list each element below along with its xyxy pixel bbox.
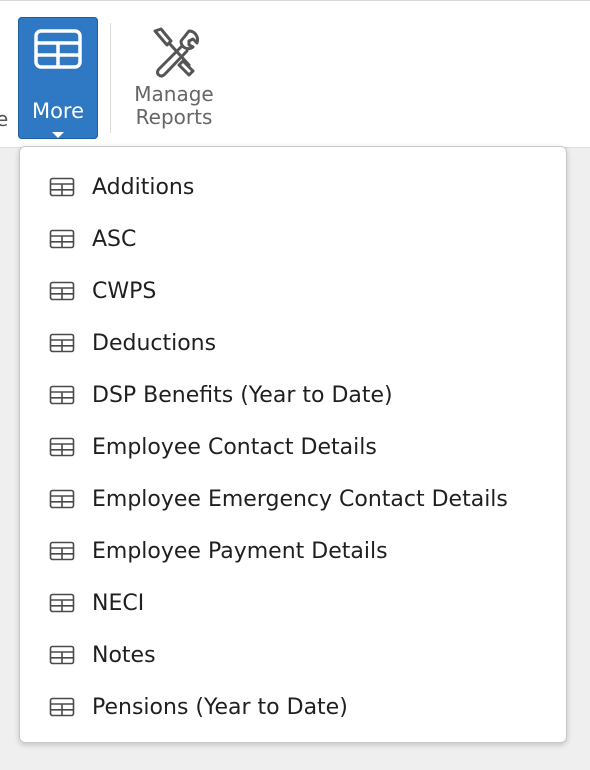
menu-item[interactable]: DSP Benefits (Year to Date) <box>20 369 566 421</box>
manage-reports-label-line2: Reports <box>135 105 213 129</box>
menu-item[interactable]: Additions <box>20 161 566 213</box>
table-icon <box>49 541 75 561</box>
menu-item[interactable]: ASC <box>20 213 566 265</box>
menu-item-label: ASC <box>92 226 137 252</box>
table-icon <box>49 593 75 613</box>
menu-item-label: Deductions <box>92 330 217 356</box>
table-icon <box>49 333 75 353</box>
menu-item[interactable]: CWPS <box>20 265 566 317</box>
menu-item[interactable]: Employee Emergency Contact Details <box>20 473 566 525</box>
menu-item-label: Notes <box>92 642 156 668</box>
table-icon <box>49 437 75 457</box>
menu-item[interactable]: Employee Contact Details <box>20 421 566 473</box>
menu-item-label: Pensions (Year to Date) <box>92 694 348 720</box>
menu-item-label: DSP Benefits (Year to Date) <box>92 382 393 408</box>
menu-item-label: Employee Emergency Contact Details <box>92 486 508 512</box>
menu-item[interactable]: NECI <box>20 577 566 629</box>
table-icon <box>49 489 75 509</box>
more-reports-dropdown-menu: Additions ASC CWPS Deductions DSP Benefits (… <box>19 146 567 743</box>
menu-item-label: Additions <box>92 174 195 200</box>
partial-toolbar-label: e <box>0 107 9 131</box>
menu-item[interactable]: Deductions <box>20 317 566 369</box>
menu-item-label: Employee Contact Details <box>92 434 377 460</box>
menu-item[interactable]: Employee Payment Details <box>20 525 566 577</box>
table-icon <box>49 385 75 405</box>
caret-down-icon <box>52 132 64 138</box>
more-button-label: More <box>31 99 85 123</box>
menu-item[interactable]: Notes <box>20 629 566 681</box>
manage-reports-label-line1: Manage <box>134 82 214 106</box>
more-button[interactable]: More <box>18 17 98 139</box>
manage-reports-button[interactable]: Manage Reports <box>118 19 230 137</box>
table-icon <box>49 281 75 301</box>
table-icon <box>49 697 75 717</box>
table-icon <box>34 29 82 73</box>
tools-icon <box>149 27 201 83</box>
menu-item-label: NECI <box>92 590 145 616</box>
menu-item[interactable]: Pensions (Year to Date) <box>20 681 566 733</box>
menu-item-label: Employee Payment Details <box>92 538 388 564</box>
menu-item-label: CWPS <box>92 278 157 304</box>
menu-list: Additions ASC CWPS Deductions DSP Benefits (… <box>20 161 566 733</box>
table-icon <box>49 177 75 197</box>
toolbar-divider <box>110 23 111 133</box>
report-toolbar: e More Manage Reports <box>0 0 590 148</box>
table-icon <box>49 229 75 249</box>
table-icon <box>49 645 75 665</box>
manage-reports-label: Manage Reports <box>118 83 230 129</box>
